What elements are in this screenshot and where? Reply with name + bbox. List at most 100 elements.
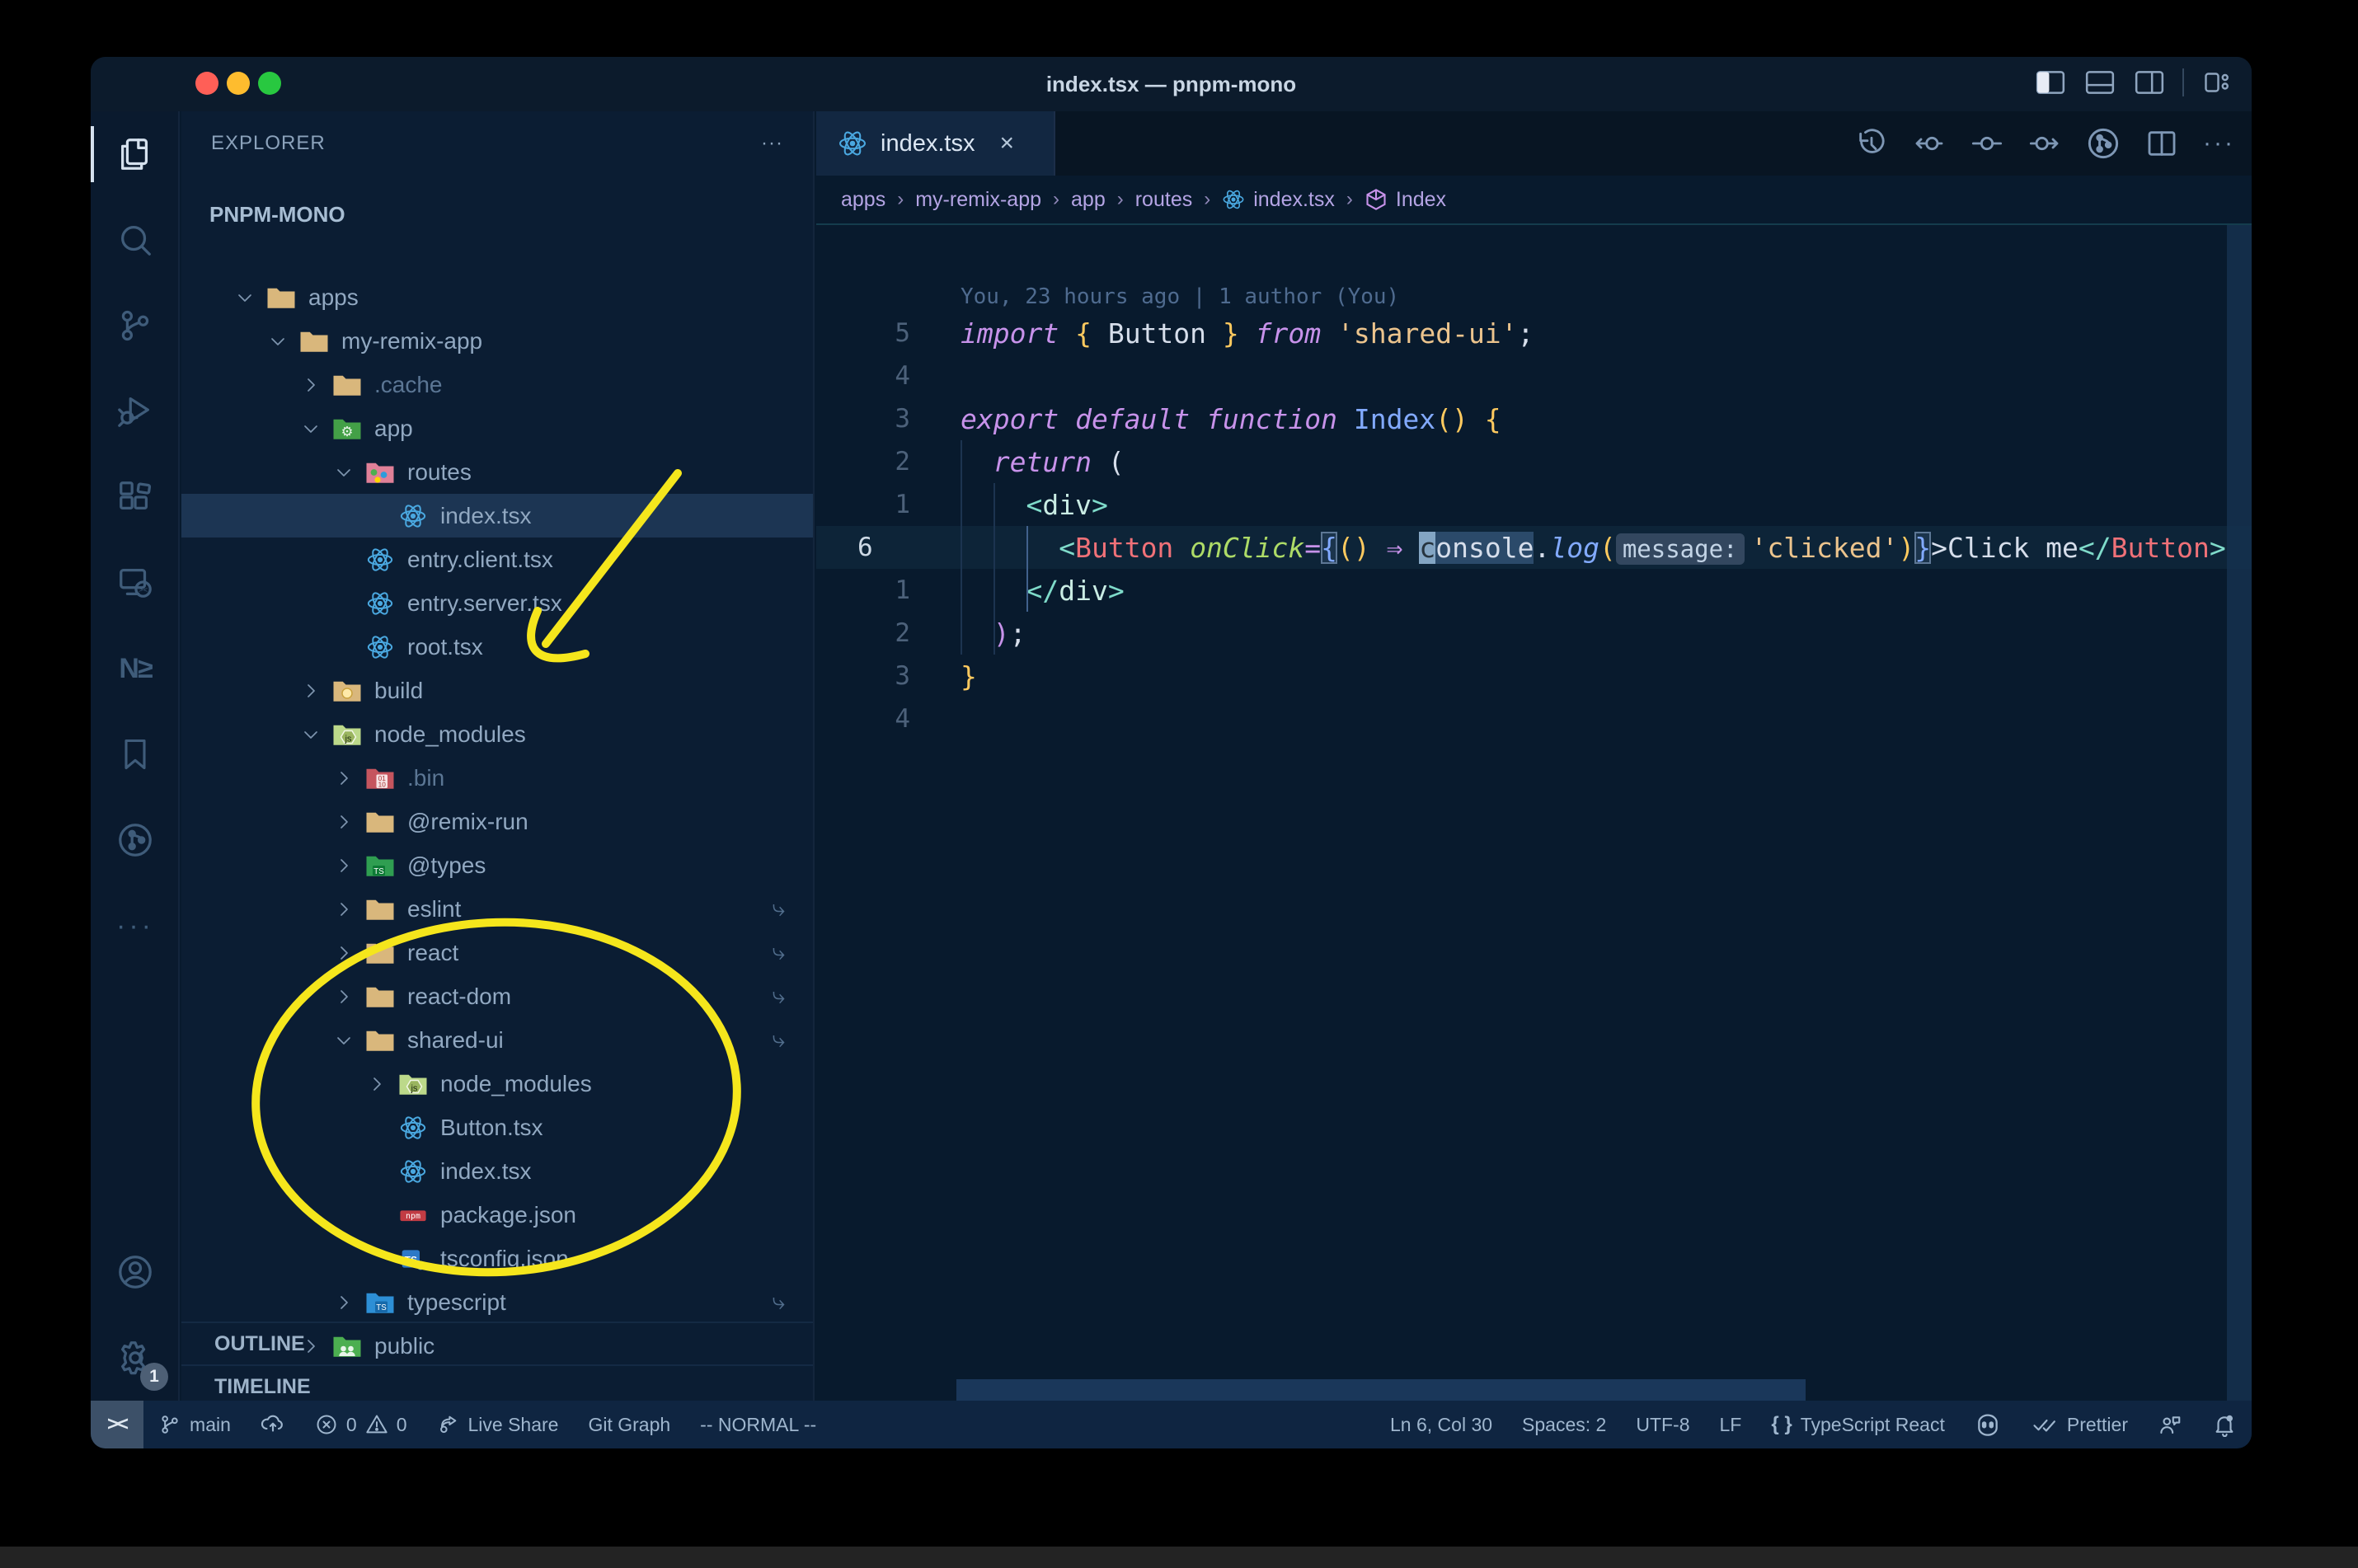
status-cursor-position[interactable]: Ln 6, Col 30 xyxy=(1375,1401,1507,1448)
file-button.tsx[interactable]: Button.tsx xyxy=(181,1106,813,1149)
activity-settings-gear-icon[interactable]: 1 xyxy=(91,1315,180,1401)
status-indentation[interactable]: Spaces: 2 xyxy=(1507,1401,1621,1448)
tree-item-label: shared-ui xyxy=(407,1026,504,1053)
folder-eslint[interactable]: eslint ⤷ xyxy=(181,887,813,931)
status-vim-mode[interactable]: -- NORMAL -- xyxy=(685,1401,831,1448)
symbol-cube-icon xyxy=(1365,188,1388,211)
status-git-graph[interactable]: Git Graph xyxy=(573,1401,685,1448)
folder-app[interactable]: ⚙ app xyxy=(181,406,813,450)
folder-.bin[interactable]: 01 10 .bin xyxy=(181,756,813,800)
folder-my-remix-app[interactable]: my-remix-app xyxy=(181,319,813,363)
code-line[interactable]: 4 xyxy=(816,697,2252,740)
close-tab-icon[interactable]: × xyxy=(999,129,1014,157)
status-encoding[interactable]: UTF-8 xyxy=(1621,1401,1704,1448)
folder-shared-ui[interactable]: shared-ui ⤷ xyxy=(181,1018,813,1062)
workspace-root-row[interactable]: PNPM-MONO xyxy=(181,194,813,235)
activity-explorer-icon[interactable] xyxy=(91,111,180,197)
folder-build[interactable]: build xyxy=(181,669,813,712)
toggle-secondary-sidebar-icon[interactable] xyxy=(2133,68,2166,96)
breadcrumb-index.tsx[interactable]: index.tsx xyxy=(1222,188,1335,212)
breadcrumb-separator: › xyxy=(1116,188,1124,210)
explorer-more-icon[interactable]: ··· xyxy=(761,132,783,155)
git-graph-circle-icon[interactable] xyxy=(2086,126,2121,161)
code-line-current[interactable]: 6 <Button onClick={() ⇒ console.log(mess… xyxy=(816,526,2252,569)
code-line[interactable]: 1 </div> xyxy=(816,569,2252,612)
file-index.tsx[interactable]: index.tsx xyxy=(181,494,813,538)
more-actions-icon[interactable]: ··· xyxy=(2203,129,2235,157)
status-feedback[interactable] xyxy=(2143,1401,2197,1448)
commit-icon[interactable] xyxy=(1970,127,2003,160)
activity-search-icon[interactable] xyxy=(91,197,180,283)
file-tsconfig.json[interactable]: TS ⚙ tsconfig.json xyxy=(181,1237,813,1280)
code-line[interactable]: 4 xyxy=(816,354,2252,397)
status-live-share[interactable]: Live Share xyxy=(421,1401,573,1448)
status-notifications[interactable] xyxy=(2197,1401,2252,1448)
bell-icon xyxy=(2212,1412,2237,1437)
file-entry.client.tsx[interactable]: entry.client.tsx xyxy=(181,538,813,581)
git-blame-lens[interactable]: You, 23 hours ago | 1 author (You) xyxy=(961,284,1399,309)
folder-node-modules[interactable]: js node_modules xyxy=(181,1062,813,1106)
folder-@remix-run[interactable]: @remix-run xyxy=(181,800,813,843)
folder-react-dom[interactable]: react-dom ⤷ xyxy=(181,974,813,1018)
token: ) xyxy=(1898,531,1915,564)
code-line[interactable]: 2 ); xyxy=(816,612,2252,655)
folder-@types[interactable]: TS @types xyxy=(181,843,813,887)
status-formatter[interactable]: Prettier xyxy=(2016,1401,2143,1448)
status-sync[interactable] xyxy=(246,1401,300,1448)
folder-react[interactable]: react ⤷ xyxy=(181,931,813,974)
folder-typescript[interactable]: TS typescript ⤷ xyxy=(181,1280,813,1324)
folder-apps[interactable]: apps xyxy=(181,275,813,319)
breadcrumb-index[interactable]: Index xyxy=(1365,188,1446,212)
code-line[interactable]: 2 return ( xyxy=(816,440,2252,483)
activity-run-debug-icon[interactable] xyxy=(91,369,180,454)
breadcrumb-app[interactable]: app xyxy=(1071,188,1106,212)
file-entry.server.tsx[interactable]: entry.server.tsx xyxy=(181,581,813,625)
code-line[interactable]: 5 import { Button } from 'shared-ui'; xyxy=(816,312,2252,354)
code-text: </div> xyxy=(961,575,1124,607)
status-branch[interactable]: main xyxy=(143,1401,246,1448)
folder-routes[interactable]: routes xyxy=(181,450,813,494)
status-remote-indicator[interactable]: >< xyxy=(91,1401,144,1448)
react-icon xyxy=(397,1157,429,1185)
activity-extensions-icon[interactable] xyxy=(91,454,180,540)
activity-bookmarks-icon[interactable] xyxy=(91,711,180,797)
activity-more-views-icon[interactable]: ··· xyxy=(91,883,180,969)
breadcrumb-apps[interactable]: apps xyxy=(841,188,885,212)
window-title: index.tsx — pnpm-mono xyxy=(1045,71,1297,96)
folder-node-modules[interactable]: js node_modules xyxy=(181,712,813,756)
toggle-sidebar-icon[interactable] xyxy=(2034,68,2067,96)
customize-layout-icon[interactable] xyxy=(2201,68,2234,96)
activity-source-control-icon[interactable] xyxy=(91,283,180,369)
status-problems[interactable]: 00 xyxy=(300,1401,422,1448)
commit-next-icon[interactable] xyxy=(2028,127,2061,160)
folder-types-icon: TS xyxy=(364,852,396,880)
status-copilot[interactable] xyxy=(1960,1401,2016,1448)
status-language-mode[interactable]: { } TypeScript React xyxy=(1756,1401,1960,1448)
outline-section[interactable]: OUTLINE xyxy=(181,1322,813,1364)
code-line[interactable]: 3} xyxy=(816,655,2252,697)
symlink-icon: ⤷ xyxy=(772,895,785,921)
file-root.tsx[interactable]: root.tsx xyxy=(181,625,813,669)
activity-nx-console-icon[interactable]: N≥ xyxy=(91,626,180,711)
activity-git-graph-icon[interactable] xyxy=(91,797,180,883)
file-package.json[interactable]: npm package.json xyxy=(181,1193,813,1237)
commit-prev-icon[interactable] xyxy=(1913,127,1946,160)
file-index.tsx[interactable]: index.tsx xyxy=(181,1149,813,1193)
timeline-history-icon[interactable] xyxy=(1855,127,1888,160)
warning-icon xyxy=(365,1413,388,1436)
horizontal-scrollbar[interactable] xyxy=(956,1379,1806,1401)
split-editor-icon[interactable] xyxy=(2145,127,2178,160)
toggle-panel-icon[interactable] xyxy=(2083,68,2116,96)
inlay-hint: message: xyxy=(1615,533,1745,565)
status-eol[interactable]: LF xyxy=(1705,1401,1757,1448)
activity-remote-explorer-icon[interactable]: >< xyxy=(91,540,180,626)
breadcrumb-routes[interactable]: routes xyxy=(1135,188,1192,212)
code-editor[interactable]: You, 23 hours ago | 1 author (You) 5 impo… xyxy=(816,225,2252,1401)
code-line[interactable]: 1 <div> xyxy=(816,483,2252,526)
code-line[interactable]: 3 export default function Index() { xyxy=(816,397,2252,440)
breadcrumb-my-remix-app[interactable]: my-remix-app xyxy=(915,188,1041,212)
activity-account-icon[interactable] xyxy=(91,1229,180,1315)
folder-.cache[interactable]: .cache xyxy=(181,363,813,406)
vertical-scrollbar[interactable] xyxy=(2227,225,2252,1401)
tab-index-tsx[interactable]: index.tsx × xyxy=(816,111,1055,176)
